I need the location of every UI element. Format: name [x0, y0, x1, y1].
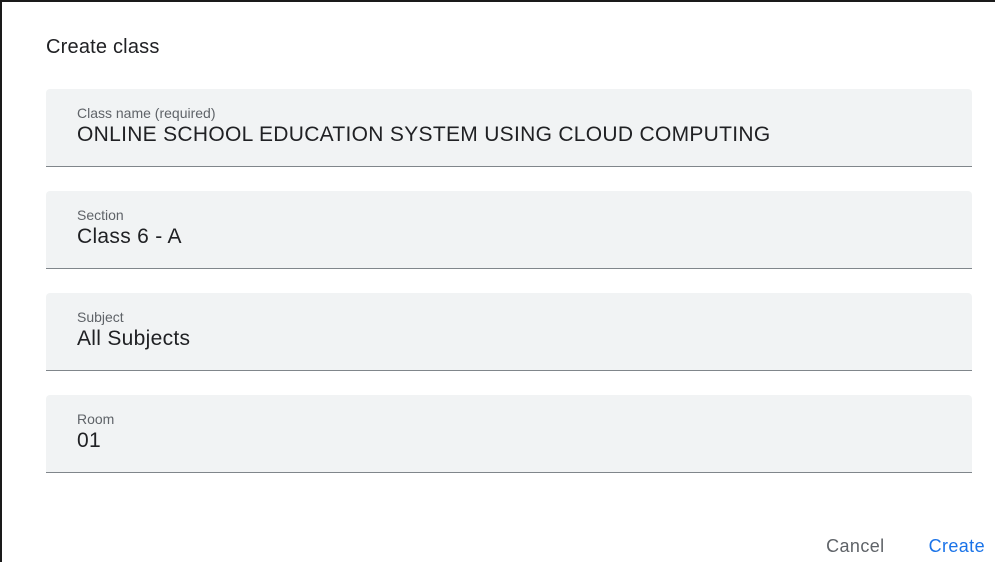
create-button[interactable]: Create: [929, 536, 985, 557]
dialog-title: Create class: [46, 36, 160, 58]
dialog-actions: Cancel Create: [826, 532, 985, 560]
room-label: Room: [77, 411, 115, 427]
section-label: Section: [77, 207, 124, 223]
create-class-dialog: Create class Class name (required) ONLIN…: [0, 0, 995, 562]
subject-field[interactable]: Subject All Subjects: [46, 293, 972, 371]
cancel-button[interactable]: Cancel: [826, 536, 884, 557]
section-input[interactable]: Class 6 - A: [77, 225, 949, 249]
class-name-label: Class name (required): [77, 105, 216, 121]
room-input[interactable]: 01: [77, 429, 949, 453]
subject-label: Subject: [77, 309, 124, 325]
class-name-field[interactable]: Class name (required) ONLINE SCHOOL EDUC…: [46, 89, 972, 167]
section-field[interactable]: Section Class 6 - A: [46, 191, 972, 269]
subject-input[interactable]: All Subjects: [77, 327, 949, 351]
class-name-input[interactable]: ONLINE SCHOOL EDUCATION SYSTEM USING CLO…: [77, 123, 949, 147]
room-field[interactable]: Room 01: [46, 395, 972, 473]
